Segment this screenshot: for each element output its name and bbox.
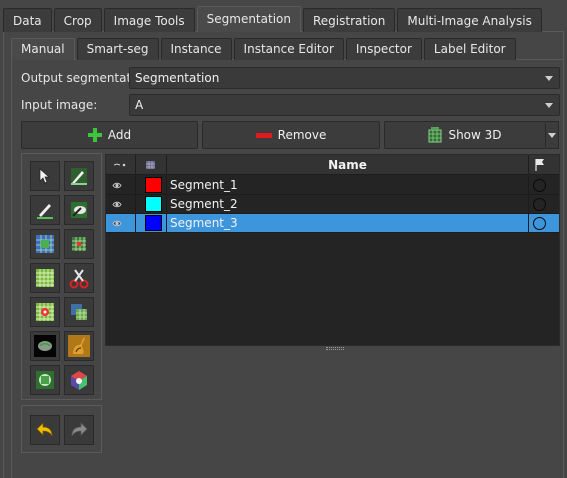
remove-segment-button[interactable]: Remove <box>202 121 380 149</box>
color-swatch[interactable] <box>145 177 162 193</box>
undo-icon[interactable] <box>30 415 60 445</box>
table-row[interactable]: Segment_1 <box>106 176 559 195</box>
chevron-down-icon <box>545 103 553 108</box>
module-tabs: Data Crop Image Tools Segmentation Regis… <box>3 6 544 32</box>
status-radio[interactable] <box>533 217 546 230</box>
threshold-tool-icon[interactable] <box>30 229 60 259</box>
segments-table[interactable]: Name Segment_1 Segment_2 Segment_3 <box>105 154 560 346</box>
paint-tool-icon[interactable] <box>64 161 94 191</box>
remove-button-label: Remove <box>277 128 327 142</box>
logical-tool-icon[interactable] <box>64 365 94 395</box>
chevron-down-icon <box>548 133 556 138</box>
islands-tool-icon[interactable] <box>30 365 60 395</box>
draw-tool-icon[interactable] <box>30 195 60 225</box>
fill-tool-icon[interactable] <box>64 297 94 327</box>
status-cell[interactable] <box>529 214 559 233</box>
status-column-header[interactable] <box>529 155 559 175</box>
color-swatch[interactable] <box>145 215 162 231</box>
input-image-label: Input image: <box>21 98 98 112</box>
output-segmentation-value: Segmentation <box>135 71 220 85</box>
tab-smart-seg[interactable]: Smart-seg <box>76 38 159 60</box>
grid-tool-icon[interactable] <box>30 263 60 293</box>
scissors-tool-icon[interactable] <box>64 263 94 293</box>
eye-icon <box>112 182 122 189</box>
smooth-tool-icon[interactable] <box>30 331 60 361</box>
eye-icon <box>112 201 122 208</box>
add-segment-button[interactable]: Add <box>21 121 198 149</box>
tab-inspector[interactable]: Inspector <box>345 38 422 60</box>
color-cell[interactable] <box>136 195 167 214</box>
table-header: Name <box>106 155 559 175</box>
name-column-header[interactable]: Name <box>167 155 529 175</box>
visibility-toggle[interactable] <box>106 176 136 195</box>
seed-tool-icon[interactable] <box>30 297 60 327</box>
tab-data[interactable]: Data <box>3 8 52 32</box>
minus-icon <box>255 132 272 138</box>
grow-tool-icon[interactable] <box>64 229 94 259</box>
history-palette <box>21 405 102 453</box>
color-cell[interactable] <box>136 214 167 233</box>
tool-palette <box>21 153 102 400</box>
plus-icon <box>87 128 102 142</box>
table-row[interactable]: Segment_2 <box>106 195 559 214</box>
status-cell[interactable] <box>529 195 559 214</box>
add-button-label: Add <box>107 128 132 142</box>
input-image-value: A <box>135 98 144 112</box>
color-cell[interactable] <box>136 176 167 195</box>
status-radio[interactable] <box>533 198 546 211</box>
segment-name[interactable]: Segment_3 <box>167 214 529 233</box>
color-column-header[interactable] <box>136 155 167 175</box>
show-3d-button[interactable]: Show 3D <box>384 121 546 149</box>
segment-name[interactable]: Segment_1 <box>167 176 529 195</box>
redo-icon[interactable] <box>64 415 94 445</box>
tab-instance-editor[interactable]: Instance Editor <box>233 38 344 60</box>
color-swatch[interactable] <box>145 196 162 212</box>
visibility-toggle[interactable] <box>106 195 136 214</box>
visibility-toggle[interactable] <box>106 214 136 233</box>
cube-3d-icon <box>428 127 442 143</box>
status-cell[interactable] <box>529 176 559 195</box>
flag-icon <box>535 159 544 171</box>
tab-registration[interactable]: Registration <box>302 8 396 32</box>
tab-label-editor[interactable]: Label Editor <box>423 38 516 60</box>
texture-tool-icon[interactable] <box>64 331 94 361</box>
show-3d-button-label: Show 3D <box>448 128 502 142</box>
chevron-down-icon <box>545 76 553 81</box>
status-radio[interactable] <box>533 179 546 192</box>
tab-segmentation[interactable]: Segmentation <box>196 6 301 32</box>
tab-multi-image-analysis[interactable]: Multi-Image Analysis <box>397 8 542 32</box>
segment-name[interactable]: Segment_2 <box>167 195 529 214</box>
table-row[interactable]: Segment_3 <box>106 214 559 233</box>
show-3d-dropdown[interactable] <box>546 121 559 149</box>
erase-tool-icon[interactable] <box>64 195 94 225</box>
segmentation-tabs: Manual Smart-seg Instance Instance Edito… <box>11 38 518 60</box>
resize-grip[interactable] <box>326 347 344 350</box>
palette-header-icon <box>146 161 155 169</box>
visibility-column-header[interactable] <box>106 155 136 175</box>
tab-manual[interactable]: Manual <box>11 38 75 60</box>
pointer-tool-icon[interactable] <box>30 161 60 191</box>
tab-image-tools[interactable]: Image Tools <box>103 8 195 32</box>
tab-instance[interactable]: Instance <box>160 38 232 60</box>
eye-icon <box>112 220 122 227</box>
tab-crop[interactable]: Crop <box>53 8 102 32</box>
output-segmentation-select[interactable]: Segmentation <box>129 67 560 89</box>
eye-header-icon <box>113 163 126 167</box>
input-image-select[interactable]: A <box>129 94 560 116</box>
